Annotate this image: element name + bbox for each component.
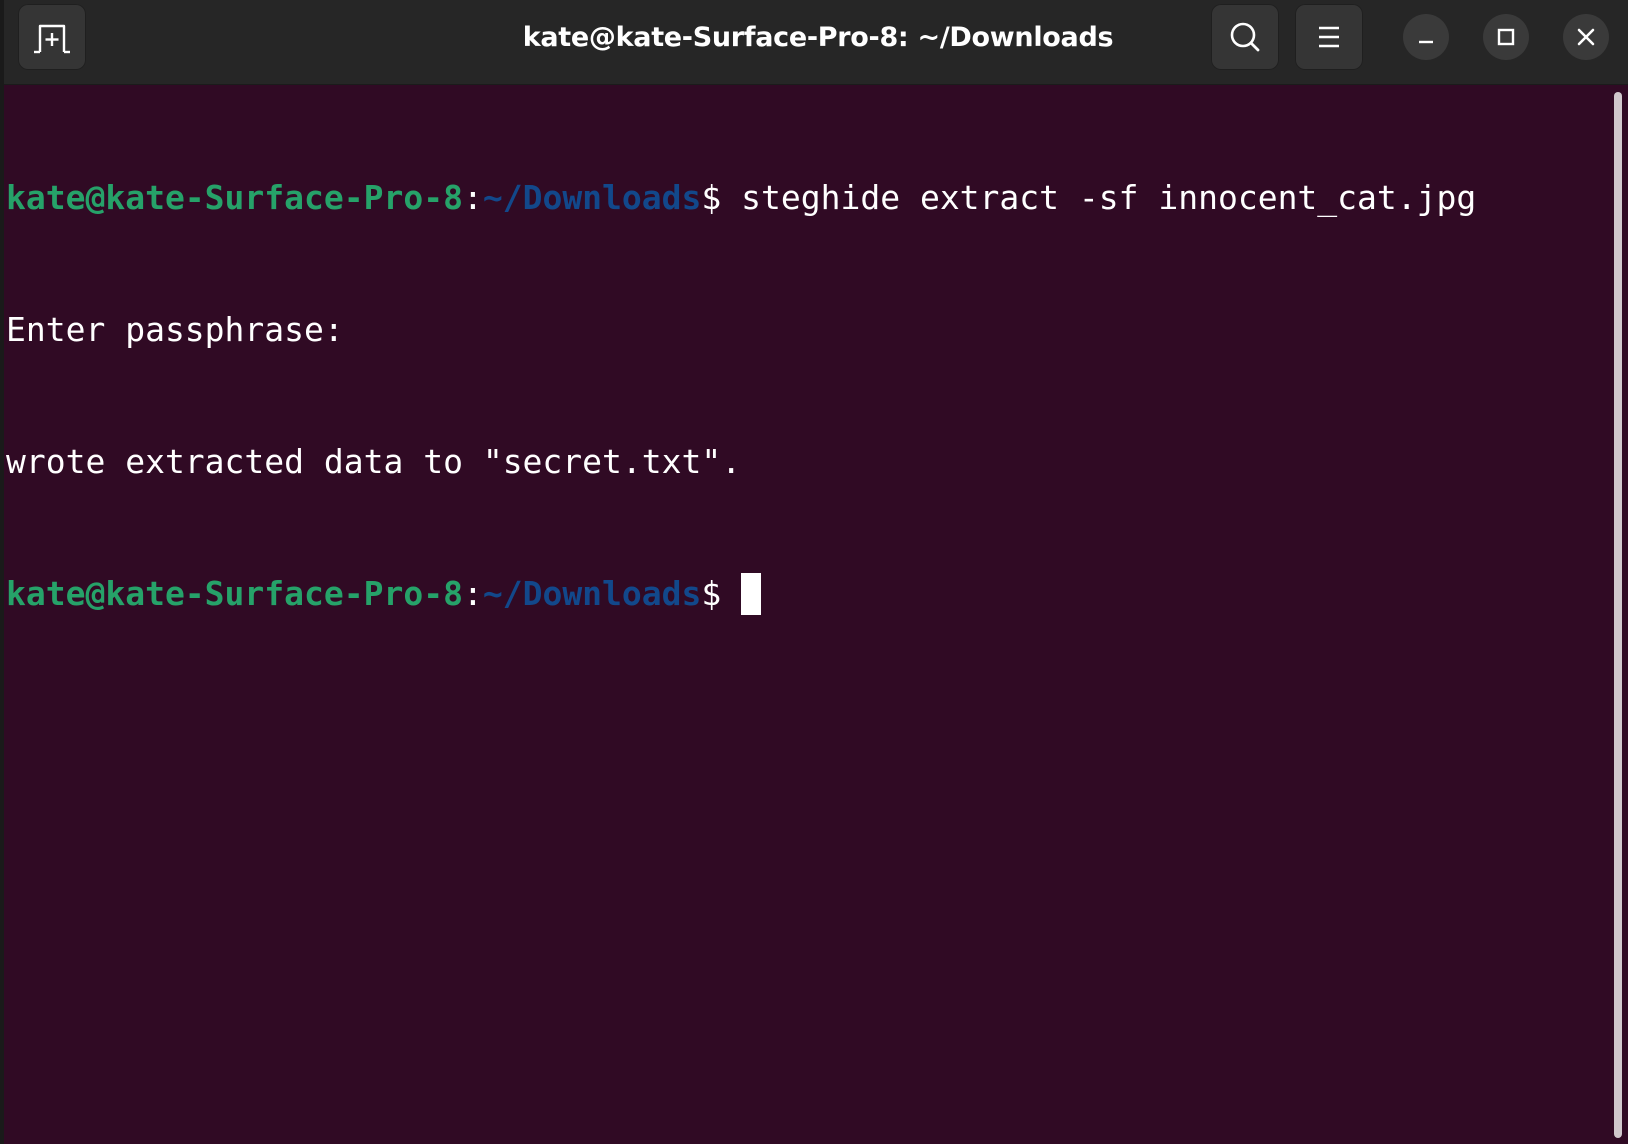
terminal-window: kate@kate-Surface-Pro-8: ~/Downloads kat… — [0, 0, 1628, 1144]
menu-button[interactable] — [1295, 4, 1363, 70]
hamburger-menu-icon — [1319, 26, 1339, 48]
command-text: steghide extract -sf innocent_cat.jpg — [741, 178, 1477, 217]
terminal-line: Enter passphrase: — [6, 308, 1606, 352]
minimize-icon — [1419, 40, 1433, 44]
minimize-button[interactable] — [1403, 14, 1449, 60]
prompt-user-host: kate@kate-Surface-Pro-8 — [6, 574, 463, 613]
terminal-line: kate@kate-Surface-Pro-8:~/Downloads$ — [6, 572, 1606, 616]
maximize-button[interactable] — [1483, 14, 1529, 60]
scrollbar[interactable] — [1614, 92, 1622, 1138]
maximize-icon — [1497, 28, 1515, 46]
prompt-separator: : — [462, 574, 483, 613]
window-title: kate@kate-Surface-Pro-8: ~/Downloads — [522, 22, 1114, 53]
titlebar: kate@kate-Surface-Pro-8: ~/Downloads — [0, 0, 1628, 85]
prompt-user-host: kate@kate-Surface-Pro-8 — [6, 178, 463, 217]
prompt-dollar: $ — [701, 574, 742, 613]
text-cursor — [741, 573, 762, 615]
close-button[interactable] — [1563, 14, 1609, 60]
output-text: Enter passphrase: — [6, 310, 344, 349]
prompt-separator: : — [462, 178, 483, 217]
prompt-path: ~/Downloads — [482, 574, 702, 613]
close-icon — [1577, 28, 1595, 46]
prompt-path: ~/Downloads — [482, 178, 702, 217]
terminal-line: kate@kate-Surface-Pro-8:~/Downloads$ ste… — [6, 176, 1606, 220]
search-button[interactable] — [1211, 4, 1279, 70]
window-edge — [0, 0, 4, 1144]
terminal-line: wrote extracted data to "secret.txt". — [6, 440, 1606, 484]
search-icon — [1230, 22, 1260, 52]
terminal-output[interactable]: kate@kate-Surface-Pro-8:~/Downloads$ ste… — [6, 88, 1606, 1138]
prompt-dollar: $ — [701, 178, 742, 217]
output-text: wrote extracted data to "secret.txt". — [6, 442, 742, 481]
